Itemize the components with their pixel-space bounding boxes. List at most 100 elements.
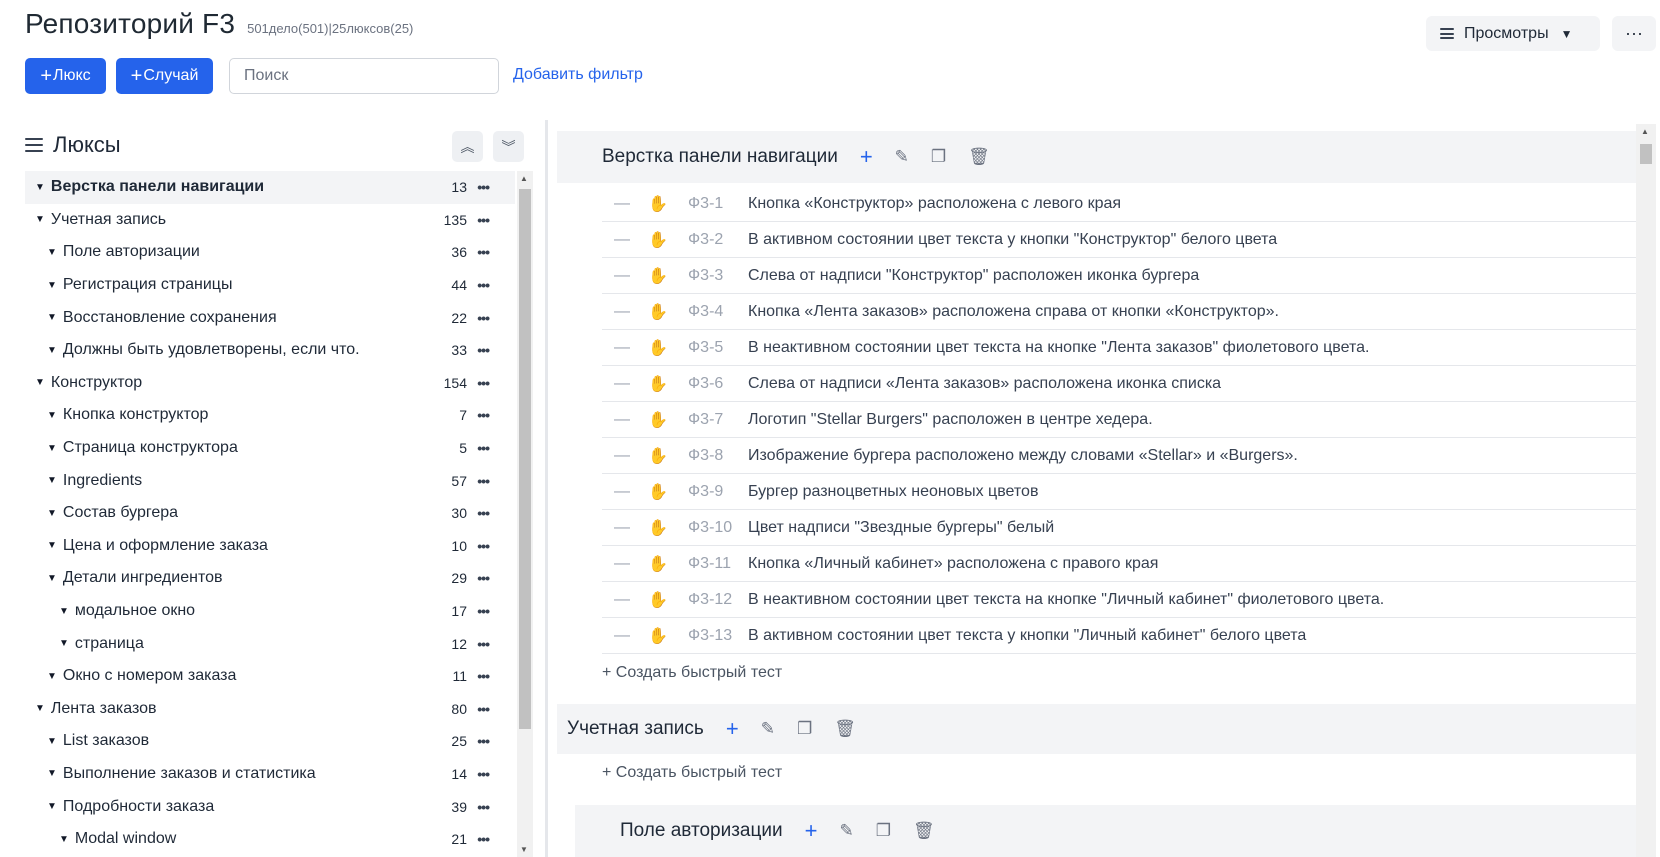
more-icon[interactable]: ••• [477,831,490,847]
tree-scrollbar[interactable]: ▲ ▼ [517,171,533,857]
more-options-button[interactable]: ··· [1612,16,1656,51]
tree-item[interactable]: ▼ Поле авторизации 36 ••• [25,236,515,269]
more-icon[interactable]: ••• [477,701,490,717]
more-icon[interactable]: ••• [477,277,490,293]
more-icon[interactable]: ••• [477,570,490,586]
tree-item[interactable]: ▼ Детали ингредиентов 29 ••• [25,562,515,595]
panel-divider[interactable] [545,120,548,857]
case-row[interactable]: — ✋ Ф3-7 Логотип "Stellar Burgers" располож… [602,402,1636,438]
more-icon[interactable]: ••• [477,179,490,195]
more-icon[interactable]: ••• [477,799,490,815]
tree-item[interactable]: ▼ Восстановление сохранения 22 ••• [25,301,515,334]
more-icon[interactable]: ••• [477,668,490,684]
triangle-down-icon: ▼ [47,735,57,747]
more-icon[interactable]: ••• [477,505,490,521]
case-row[interactable]: — ✋ Ф3-12 В неактивном состоянии цвет текст… [602,582,1636,618]
copy-icon[interactable]: ❐ [876,821,891,841]
tree-item[interactable]: ▼ Выполнение заказов и статистика 14 ••• [25,758,515,791]
tree-item[interactable]: ▼ Modal window 21 ••• [25,823,515,856]
collapse-all-button[interactable]: ︽ [452,131,483,162]
more-icon[interactable]: ••• [477,407,490,423]
case-row[interactable]: — ✋ Ф3-13 В активном состоянии цвет текста … [602,618,1636,654]
triangle-down-icon: ▼ [47,475,57,487]
add-filter-link[interactable]: Добавить фильтр [513,66,643,84]
tree-item[interactable]: ▼ Лента заказов 80 ••• [25,693,515,726]
triangle-down-icon: ▼ [35,703,45,715]
dash-icon: — [614,590,630,608]
tree-item[interactable]: ▼ Верстка панели навигации 13 ••• [25,171,515,204]
case-row[interactable]: — ✋ Ф3-1 Кнопка «Конструктор» расположена с… [602,186,1636,222]
scrollbar-thumb[interactable] [1640,144,1652,164]
triangle-down-icon: ▼ [35,377,45,389]
repository-title: Репозиторий F3 [25,8,236,39]
suites-heading: Люксы [25,132,121,158]
more-icon[interactable]: ••• [477,538,490,554]
scroll-up-icon[interactable]: ▲ [1641,127,1649,136]
dash-icon: — [614,266,630,284]
copy-icon[interactable]: ❐ [797,719,812,739]
plus-icon[interactable]: + [726,716,739,742]
tree-item[interactable]: ▼ модальное окно 17 ••• [25,595,515,628]
more-icon[interactable]: ••• [477,766,490,782]
plus-icon[interactable]: + [860,144,873,170]
scroll-up-icon[interactable]: ▲ [520,174,528,183]
case-row[interactable]: — ✋ Ф3-4 Кнопка «Лента заказов» расположена… [602,294,1636,330]
trash-icon[interactable]: 🗑 [834,719,856,739]
more-icon[interactable]: ••• [477,212,490,228]
plus-icon[interactable]: + [805,818,818,844]
more-icon[interactable]: ••• [477,375,490,391]
create-quick-test-link[interactable]: + Создать быстрый тест [602,664,782,682]
pencil-icon[interactable]: ✎ [895,147,909,167]
hand-icon: ✋ [648,267,668,285]
expand-all-button[interactable]: ︾ [493,131,524,162]
case-row[interactable]: — ✋ Ф3-3 Слева от надписи "Конструктор" рас… [602,258,1636,294]
search-input[interactable] [229,58,499,94]
more-icon[interactable]: ••• [477,603,490,619]
triangle-down-icon: ▼ [47,246,57,258]
tree-item[interactable]: ▼ Цена и оформление заказа 10 ••• [25,530,515,563]
more-icon[interactable]: ••• [477,310,490,326]
trash-icon[interactable]: 🗑 [913,821,935,841]
tree-item[interactable]: ▼ Ingredients 57 ••• [25,464,515,497]
triangle-down-icon: ▼ [47,572,57,584]
scrollbar-thumb[interactable] [519,189,531,729]
dash-icon: — [614,230,630,248]
tree-item[interactable]: ▼ List заказов 25 ••• [25,725,515,758]
case-row[interactable]: — ✋ Ф3-8 Изображение бургера расположено ме… [602,438,1636,474]
more-icon[interactable]: ••• [477,342,490,358]
main-scrollbar[interactable]: ▲ [1636,124,1656,857]
tree-item[interactable]: ▼ страница 12 ••• [25,627,515,660]
more-icon[interactable]: ••• [477,440,490,456]
more-icon[interactable]: ••• [477,733,490,749]
more-icon[interactable]: ••• [477,473,490,489]
list-icon [1440,28,1454,39]
tree-item[interactable]: ▼ Состав бургера 30 ••• [25,497,515,530]
tree-item[interactable]: ▼ Страница конструктора 5 ••• [25,432,515,465]
tree-item[interactable]: ▼ Окно с номером заказа 11 ••• [25,660,515,693]
tree-item[interactable]: ▼ Регистрация страницы 44 ••• [25,269,515,302]
add-case-button[interactable]: + Случай [116,58,213,94]
trash-icon[interactable]: 🗑 [968,147,990,167]
copy-icon[interactable]: ❐ [931,147,946,167]
more-icon[interactable]: ••• [477,244,490,260]
hand-icon: ✋ [648,339,668,357]
more-icon[interactable]: ••• [477,636,490,652]
pencil-icon[interactable]: ✎ [761,719,775,739]
case-row[interactable]: — ✋ Ф3-6 Слева от надписи «Лента заказов» р… [602,366,1636,402]
scroll-down-icon[interactable]: ▼ [520,845,528,854]
tree-item[interactable]: ▼ Должны быть удовлетворены, если что. 33 •… [25,334,515,367]
create-quick-test-link[interactable]: + Создать быстрый тест [602,764,782,782]
pencil-icon[interactable]: ✎ [839,821,853,841]
suite-section-header: Учетная запись + ✎ ❐ 🗑 [557,704,1636,754]
tree-item[interactable]: ▼ Подробности заказа 39 ••• [25,790,515,823]
case-row[interactable]: — ✋ Ф3-2 В активном состоянии цвет текста у… [602,222,1636,258]
add-suite-button[interactable]: + Люкс [25,58,106,94]
tree-item[interactable]: ▼ Кнопка конструктор 7 ••• [25,399,515,432]
tree-item[interactable]: ▼ Конструктор 154 ••• [25,367,515,400]
case-row[interactable]: — ✋ Ф3-5 В неактивном состоянии цвет текста… [602,330,1636,366]
case-row[interactable]: — ✋ Ф3-11 Кнопка «Личный кабинет» расположе… [602,546,1636,582]
case-row[interactable]: — ✋ Ф3-10 Цвет надписи "Звездные бургеры" б… [602,510,1636,546]
views-dropdown[interactable]: Просмотры ▼ [1426,16,1600,51]
case-row[interactable]: — ✋ Ф3-9 Бургер разноцветных неоновых цвето… [602,474,1636,510]
tree-item[interactable]: ▼ Учетная запись 135 ••• [25,204,515,237]
